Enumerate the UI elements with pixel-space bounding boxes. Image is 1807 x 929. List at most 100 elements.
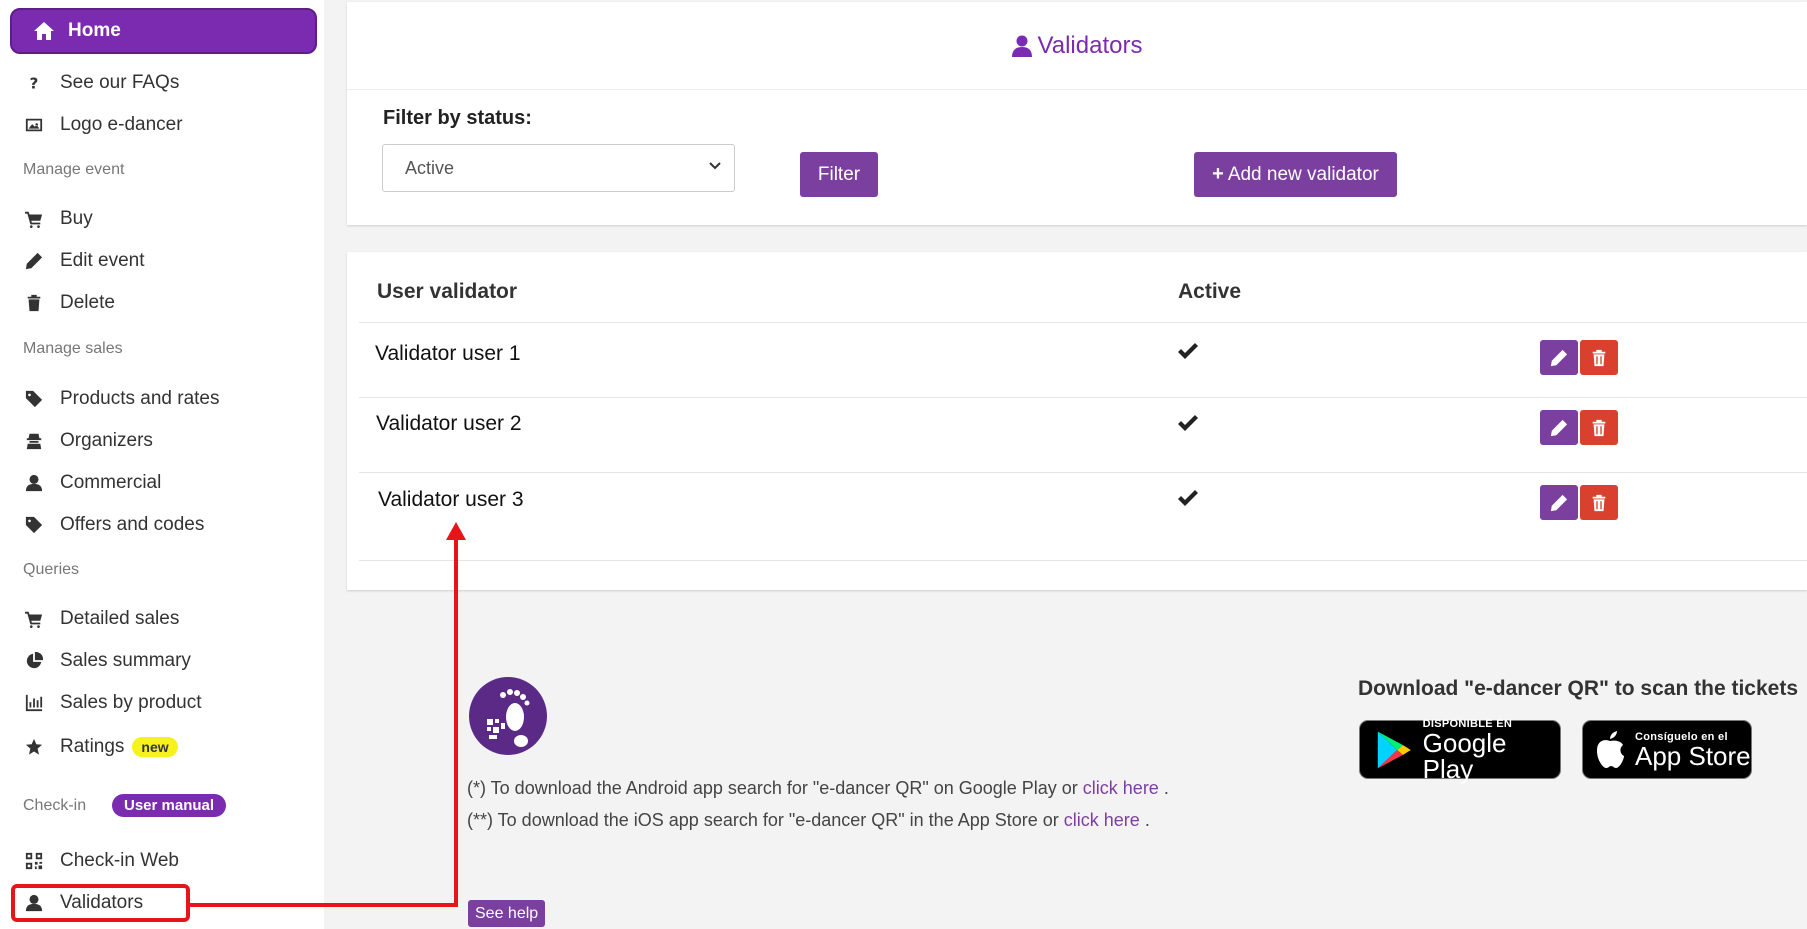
edit-button[interactable] (1540, 410, 1578, 445)
cart-icon (24, 609, 44, 629)
delete-button[interactable] (1580, 485, 1618, 520)
check-icon (1178, 415, 1198, 431)
trash-icon (1592, 494, 1606, 511)
section-manage-event: Manage event (23, 161, 125, 178)
sidebar-item-label: Buy (60, 208, 93, 229)
divider (359, 397, 1807, 398)
sidebar-item-sales-summary[interactable]: Sales summary (24, 646, 191, 676)
edit-button[interactable] (1540, 340, 1578, 375)
sidebar-item-sales-by-product[interactable]: Sales by product (24, 688, 202, 718)
android-note-text: (*) To download the Android app search f… (467, 778, 1083, 798)
sidebar-item-label: Ratings (60, 736, 125, 757)
pencil-icon (1550, 349, 1568, 366)
edit-button[interactable] (1540, 485, 1578, 520)
e-dancer-qr-logo (469, 677, 547, 755)
trash-icon (1592, 349, 1606, 366)
validators-table: User validator Active Validator user 1 V… (347, 252, 1807, 590)
validator-name: Validator user 1 (375, 342, 521, 365)
sidebar-item-offers[interactable]: Offers and codes (24, 510, 204, 540)
trash-icon (1592, 419, 1606, 436)
svg-text:?: ? (30, 74, 39, 92)
section-queries: Queries (23, 561, 80, 578)
column-header-active: Active (1178, 280, 1242, 303)
bar-chart-icon (24, 693, 44, 713)
sidebar-item-label: Organizers (60, 430, 153, 451)
filter-label: Filter by status: (383, 107, 532, 129)
filter-button[interactable]: Filter (800, 152, 878, 197)
trash-icon (24, 293, 44, 313)
sidebar-item-label: Edit event (60, 250, 145, 271)
sidebar-item-label: Delete (60, 292, 115, 313)
sidebar-item-label: Detailed sales (60, 608, 180, 629)
annotation-highlight-box (11, 884, 190, 922)
delete-button[interactable] (1580, 410, 1618, 445)
status-select[interactable]: Active (382, 144, 735, 192)
page-title-text: Validators (1037, 32, 1143, 59)
app-store-badge[interactable]: Consíguelo en el App Store (1582, 720, 1752, 779)
pencil-icon (1550, 494, 1568, 511)
sidebar-item-label: Logo e-dancer (60, 114, 183, 135)
google-play-icon (1377, 731, 1411, 768)
android-note: (*) To download the Android app search f… (467, 778, 1169, 799)
google-play-badge[interactable]: DISPONIBLE EN Google Play (1359, 718, 1561, 784)
sidebar-item-logo[interactable]: Logo e-dancer (24, 110, 183, 140)
sidebar-item-checkin-web[interactable]: Check-in Web (24, 846, 179, 876)
sidebar-item-label: See our FAQs (60, 72, 180, 93)
divider (347, 89, 1807, 90)
check-icon (1178, 490, 1198, 506)
question-icon: ? (24, 73, 44, 93)
sidebar-item-label: Offers and codes (60, 514, 205, 535)
sidebar-item-organizers[interactable]: Organizers (24, 426, 153, 456)
apple-big-text: App Store (1635, 740, 1751, 771)
android-note-period: . (1163, 778, 1169, 798)
add-validator-label: Add new validator (1227, 163, 1379, 185)
sidebar-item-edit-event[interactable]: Edit event (24, 246, 145, 276)
user-manual-badge[interactable]: User manual (112, 794, 227, 817)
new-badge: new (132, 737, 178, 757)
sidebar-item-detailed-sales[interactable]: Detailed sales (24, 604, 179, 634)
tag-icon (24, 515, 44, 535)
ios-click-here-link[interactable]: click here (1064, 810, 1140, 830)
home-icon (34, 22, 54, 40)
filter-card: Validators Filter by status: Active Filt… (347, 2, 1807, 225)
sidebar-item-faqs[interactable]: ? See our FAQs (24, 68, 180, 98)
section-checkin: Check-in (23, 797, 87, 814)
sidebar-item-ratings[interactable]: Ratings new (24, 732, 178, 762)
sidebar-item-label: Commercial (60, 472, 162, 493)
section-manage-sales: Manage sales (23, 340, 123, 357)
sidebar-item-label: Products and rates (60, 388, 220, 409)
status-select-value: Active (405, 157, 455, 178)
sidebar-item-commercial[interactable]: Commercial (24, 468, 161, 498)
validator-name: Validator user 2 (376, 412, 522, 435)
validator-name: Validator user 3 (378, 488, 524, 511)
qrcode-icon (24, 851, 44, 871)
sidebar-item-label: Check-in Web (60, 850, 179, 871)
download-title: Download "e-dancer QR" to scan the ticke… (1358, 677, 1799, 700)
apple-icon (1597, 730, 1624, 768)
sidebar-item-buy[interactable]: Buy (24, 204, 93, 234)
user-icon (1011, 35, 1032, 57)
spy-icon (24, 431, 44, 451)
user-icon (24, 473, 44, 493)
ios-note-period: . (1144, 810, 1150, 830)
check-icon (1178, 343, 1198, 359)
ios-note: (**) To download the iOS app search for … (467, 810, 1150, 831)
page-title: Validators (347, 32, 1807, 60)
android-click-here-link[interactable]: click here (1083, 778, 1159, 798)
divider (359, 322, 1807, 323)
divider (359, 472, 1807, 473)
home-button[interactable]: Home (10, 8, 317, 54)
google-big-text: Google Play (1422, 727, 1507, 784)
see-help-button[interactable]: See help (468, 900, 546, 927)
main-content: Validators Filter by status: Active Filt… (324, 0, 1807, 929)
sidebar-item-label: Sales summary (60, 650, 191, 671)
sidebar-item-products[interactable]: Products and rates (24, 384, 219, 414)
sidebar-item-delete[interactable]: Delete (24, 288, 115, 318)
home-label: Home (68, 20, 121, 41)
sidebar: Home ? See our FAQs Logo e-dancer Manage… (0, 0, 324, 929)
add-validator-button[interactable]: + Add new validator (1194, 152, 1397, 197)
pencil-icon (24, 251, 44, 271)
star-icon (24, 737, 44, 757)
delete-button[interactable] (1580, 340, 1618, 375)
pie-chart-icon (24, 651, 44, 671)
